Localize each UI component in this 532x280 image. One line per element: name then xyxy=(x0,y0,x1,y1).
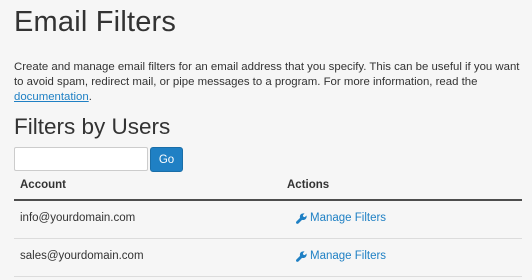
section-title-filters-by-users: Filters by Users xyxy=(14,114,171,139)
manage-filters-label: Manage Filters xyxy=(310,250,387,262)
wrench-icon xyxy=(296,212,307,224)
page-title: Email Filters xyxy=(14,6,177,38)
filters-table: Account Actions info@yourdomain.com Mana… xyxy=(14,176,522,277)
search-input[interactable] xyxy=(14,147,148,171)
manage-filters-link[interactable]: Manage Filters xyxy=(296,250,386,262)
column-header-account: Account xyxy=(20,179,66,191)
table-row: sales@yourdomain.com Manage Filters xyxy=(14,239,522,277)
intro-suffix: . xyxy=(88,91,92,103)
intro-paragraph: Create and manage email filters for an e… xyxy=(14,60,524,105)
email-filters-page: Email Filters Create and manage email fi… xyxy=(0,0,532,280)
manage-filters-link[interactable]: Manage Filters xyxy=(296,212,386,224)
table-header: Account Actions xyxy=(14,176,522,201)
documentation-link[interactable]: documentation xyxy=(14,91,89,103)
account-cell: info@yourdomain.com xyxy=(20,212,136,224)
manage-filters-label: Manage Filters xyxy=(310,212,387,224)
go-button[interactable]: Go xyxy=(150,147,183,172)
account-cell: sales@yourdomain.com xyxy=(20,250,144,262)
intro-text: Create and manage email filters for an e… xyxy=(14,61,520,88)
column-header-actions: Actions xyxy=(287,179,330,191)
table-row: info@yourdomain.com Manage Filters xyxy=(14,201,522,239)
wrench-icon xyxy=(296,250,307,262)
